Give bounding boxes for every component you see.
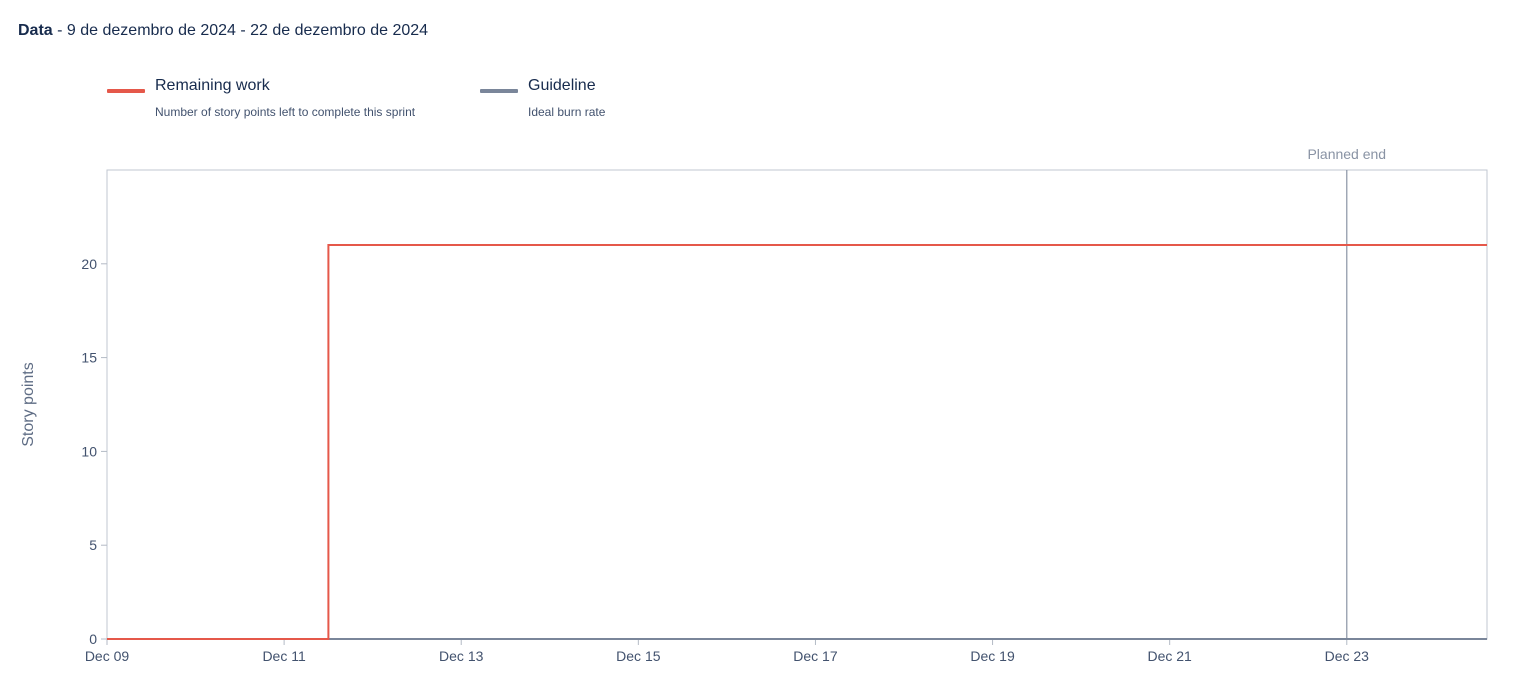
y-tick-label: 0 (89, 631, 97, 647)
x-tick-label: Dec 19 (970, 648, 1015, 664)
x-tick-label: Dec 09 (85, 648, 130, 664)
y-tick-label: 10 (81, 443, 97, 459)
x-tick-label: Dec 23 (1325, 648, 1370, 664)
x-tick-label: Dec 17 (793, 648, 838, 664)
burndown-chart: 0 5 10 15 20 Story points Dec 09 Dec 11 Dec 13 De… (20, 146, 1488, 664)
x-tick-label: Dec 11 (262, 648, 306, 664)
y-tick-label: 20 (81, 256, 97, 272)
x-tick-label: Dec 21 (1147, 648, 1192, 664)
x-tick-label: Dec 15 (616, 648, 661, 664)
plot-area-border (106, 169, 1488, 640)
planned-end-label: Planned end (1307, 146, 1386, 162)
x-tick-label: Dec 13 (439, 648, 484, 664)
y-tick-label: 5 (89, 537, 97, 553)
y-tick-label: 15 (81, 350, 97, 366)
remaining-work-line (107, 244, 1487, 640)
y-axis-label: Story points (20, 362, 37, 446)
